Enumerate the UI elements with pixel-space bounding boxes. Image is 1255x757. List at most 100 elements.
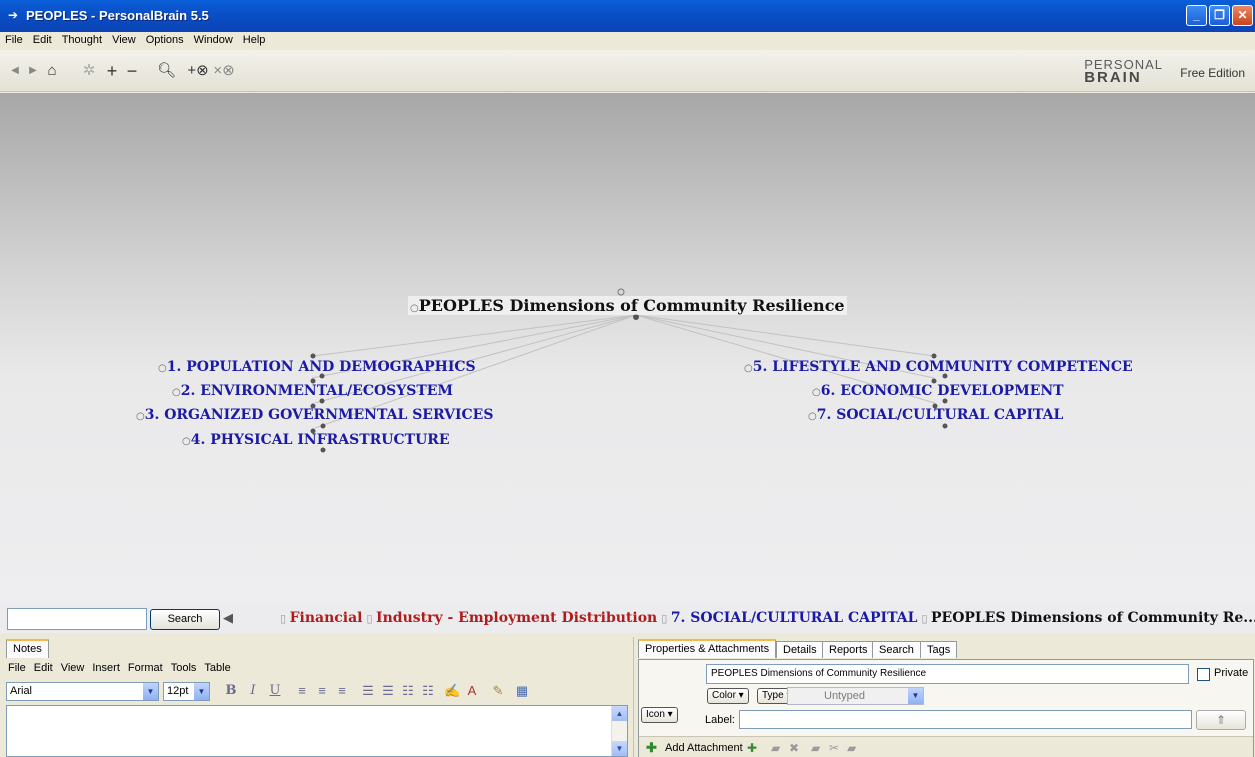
search-input[interactable] <box>7 608 147 630</box>
pin-button[interactable]: ⇑ <box>1196 710 1246 730</box>
node-gate <box>942 423 948 429</box>
thought-governmental-services[interactable]: ○3. ORGANIZED GOVERNMENTAL SERVICES <box>136 407 493 423</box>
attachment-toolbar: ✚ Add Attachment ✚ ▰ ✖ ▰ ✂ ▰ <box>639 736 1253 757</box>
crumb-square-icon: ▯ <box>366 612 377 625</box>
thought-population[interactable]: ○1. POPULATION AND DEMOGRAPHICS <box>158 359 476 375</box>
add-attachment-button[interactable]: Add Attachment <box>665 742 743 754</box>
home-icon[interactable]: ⌂ <box>44 62 60 80</box>
tab-details[interactable]: Details <box>776 641 824 658</box>
add-link-icon[interactable]: ✚ <box>747 741 757 755</box>
remove-link-icon[interactable]: ×⊗ <box>212 62 236 80</box>
node-gate <box>942 398 948 404</box>
parent-gate[interactable] <box>617 288 625 296</box>
open-attachment-icon[interactable]: ▰ <box>771 741 780 755</box>
bullet-list-icon[interactable]: ☰ <box>360 681 376 700</box>
node-bullet-icon: ○ <box>172 387 181 398</box>
plex-links <box>310 288 948 453</box>
thought-economic-development[interactable]: ○6. ECONOMIC DEVELOPMENT <box>812 383 1064 399</box>
numbered-list-icon[interactable]: ☰ <box>380 681 396 700</box>
text-color-icon[interactable]: A <box>464 681 480 700</box>
breadcrumb-item[interactable]: ▯ Financial <box>280 610 362 626</box>
pins-toggle-icon[interactable]: ◀ <box>223 610 233 626</box>
central-thought[interactable]: ○PEOPLES Dimensions of Community Resilie… <box>408 296 847 315</box>
notes-menu-edit[interactable]: Edit <box>30 662 57 674</box>
properties-panel: PEOPLES Dimensions of Community Resilien… <box>638 659 1254 757</box>
link-line <box>312 314 637 357</box>
notes-menu-format[interactable]: Format <box>124 662 167 674</box>
italic-icon[interactable]: I <box>246 681 260 700</box>
cut-icon[interactable]: ✂ <box>829 741 839 755</box>
menu-window[interactable]: Window <box>189 32 238 46</box>
notes-editor[interactable]: ▲ ▼ <box>6 705 628 757</box>
align-left-icon[interactable]: ≡ <box>294 681 310 700</box>
delete-attachment-icon[interactable]: ✖ <box>789 741 799 755</box>
type-select[interactable]: Untyped ▼ <box>787 687 924 705</box>
label-input[interactable] <box>739 710 1192 729</box>
spellcheck-icon[interactable]: ✍ <box>444 681 460 700</box>
breadcrumb-item[interactable]: ▯ PEOPLES Dimensions of Community Re... <box>921 610 1255 626</box>
insert-table-icon[interactable]: ▦ <box>514 681 530 700</box>
menu-bar: File Edit Thought View Options Window Help <box>0 32 1255 50</box>
notes-menu-tools[interactable]: Tools <box>167 662 201 674</box>
notes-menu-table[interactable]: Table <box>200 662 234 674</box>
copy-icon[interactable]: ▰ <box>811 741 820 755</box>
back-icon[interactable]: ◀ <box>8 62 22 80</box>
indent-icon[interactable]: ☷ <box>400 681 416 700</box>
menu-help[interactable]: Help <box>238 32 271 46</box>
thought-name-field[interactable]: PEOPLES Dimensions of Community Resilien… <box>706 664 1189 684</box>
breadcrumb-item[interactable]: ▯ Industry - Employment Distribution <box>366 610 657 626</box>
add-link-icon[interactable]: +⊗ <box>186 62 210 80</box>
zoom-out-icon[interactable]: − <box>124 62 140 80</box>
node-bullet-icon: ○ <box>158 363 167 374</box>
maximize-button[interactable]: ❐ <box>1209 5 1230 26</box>
thought-social-cultural[interactable]: ○7. SOCIAL/CULTURAL CAPITAL <box>808 407 1063 423</box>
paste-icon[interactable]: ▰ <box>847 741 856 755</box>
menu-options[interactable]: Options <box>141 32 189 46</box>
tab-tags[interactable]: Tags <box>920 641 958 658</box>
notes-menu-file[interactable]: File <box>4 662 30 674</box>
tab-search[interactable]: Search <box>872 641 921 658</box>
clear-format-icon[interactable]: ✎ <box>490 681 506 700</box>
thought-environmental[interactable]: ○2. ENVIRONMENTAL/ECOSYSTEM <box>172 383 453 399</box>
layout-icon[interactable]: ✲ <box>80 62 98 80</box>
node-bullet-icon: ○ <box>808 411 817 422</box>
edition-label: Free Edition <box>1180 66 1245 80</box>
outdent-icon[interactable]: ☷ <box>420 681 436 700</box>
thought-lifestyle[interactable]: ○5. LIFESTYLE AND COMMUNITY COMPETENCE <box>744 359 1133 375</box>
scroll-up-icon[interactable]: ▲ <box>612 706 627 721</box>
search-icon[interactable]: 🔍︎ <box>157 62 176 80</box>
node-gate <box>310 353 316 359</box>
bold-icon[interactable]: B <box>224 681 238 700</box>
tab-notes[interactable]: Notes <box>6 639 49 658</box>
icon-button[interactable]: Icon ▾ <box>641 707 678 723</box>
link-line <box>635 314 935 357</box>
plex-view[interactable]: ○PEOPLES Dimensions of Community Resilie… <box>0 93 1255 605</box>
underline-icon[interactable]: U <box>268 681 282 700</box>
minimize-button[interactable]: _ <box>1186 5 1207 26</box>
notes-scrollbar[interactable]: ▲ ▼ <box>611 706 627 756</box>
zoom-in-icon[interactable]: + <box>104 62 120 80</box>
breadcrumb-label: Financial <box>289 610 363 626</box>
notes-menu-bar: File Edit View Insert Format Tools Table <box>4 662 235 674</box>
menu-file[interactable]: File <box>0 32 28 46</box>
close-button[interactable]: ✕ <box>1232 5 1253 26</box>
notes-menu-view[interactable]: View <box>57 662 89 674</box>
align-center-icon[interactable]: ≡ <box>314 681 330 700</box>
search-button[interactable]: Search <box>150 609 220 630</box>
private-checkbox[interactable] <box>1197 668 1210 681</box>
thought-physical-infrastructure[interactable]: ○4. PHYSICAL INFRASTRUCTURE <box>182 432 450 448</box>
forward-icon[interactable]: ▶ <box>26 62 40 80</box>
add-attachment-icon[interactable]: ✚ <box>643 740 660 755</box>
scroll-down-icon[interactable]: ▼ <box>612 741 627 756</box>
menu-edit[interactable]: Edit <box>28 32 57 46</box>
menu-thought[interactable]: Thought <box>57 32 107 46</box>
color-button[interactable]: Color ▾ <box>707 688 749 704</box>
align-right-icon[interactable]: ≡ <box>334 681 350 700</box>
tab-properties-attachments[interactable]: Properties & Attachments <box>638 639 777 658</box>
breadcrumb-item[interactable]: ▯ 7. SOCIAL/CULTURAL CAPITAL <box>661 610 917 626</box>
notes-menu-insert[interactable]: Insert <box>88 662 124 674</box>
font-family-select[interactable]: Arial ▼ <box>6 682 159 701</box>
tab-reports[interactable]: Reports <box>822 641 875 658</box>
menu-view[interactable]: View <box>107 32 141 46</box>
font-size-select[interactable]: 12pt ▼ <box>163 682 210 701</box>
